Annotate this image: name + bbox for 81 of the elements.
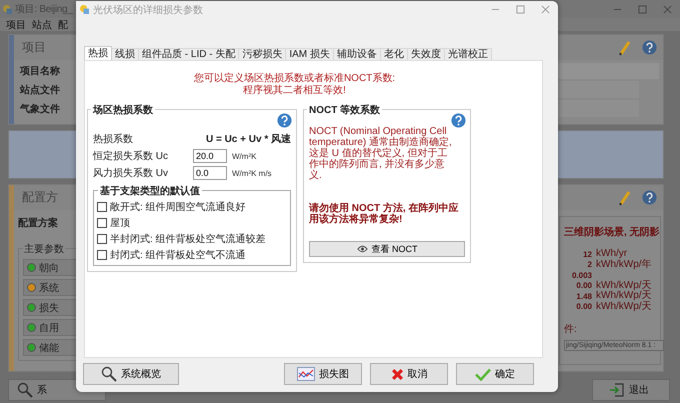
summary-unit: kWh/kWp/天: [596, 280, 653, 291]
summary-unit: kWh/kWp/天: [596, 291, 653, 302]
unit-label: W/m²K m/s: [232, 168, 272, 178]
tab[interactable]: IAM 损失: [285, 48, 334, 60]
formula-label: 热损系数: [93, 132, 133, 146]
maximize-icon[interactable]: [638, 4, 647, 14]
tab[interactable]: 失效度: [406, 48, 445, 60]
input-field[interactable]: 0.0: [193, 166, 227, 180]
summary-unit: kWh/kWp/天: [596, 302, 653, 312]
group-title: 场区热损系数: [91, 103, 155, 117]
field-label: 恒定损失系数 Uc: [93, 150, 169, 163]
panel-title: 配置方: [22, 189, 58, 206]
pencil-icon[interactable]: [618, 190, 632, 206]
tab[interactable]: 光谱校正: [444, 48, 492, 60]
field-label: 气象文件: [20, 102, 60, 116]
tab[interactable]: 组件品质 - LID - 失配: [138, 48, 240, 60]
panel-title: 项目: [22, 39, 46, 56]
menu-item[interactable]: 项目: [6, 18, 26, 32]
checkbox[interactable]: [97, 218, 107, 228]
field-label: 项目名称: [20, 64, 60, 78]
dialog-button[interactable]: 系统概览: [83, 363, 179, 385]
group-title: 主要参数: [23, 242, 65, 256]
help-icon[interactable]: [451, 113, 466, 128]
noct-description: NOCT (Nominal Operating Cell temperature) 通常由制造商确定, 这是 U 值的替代定义, 但对于工作中的阵列而言, 并没有多少意义.: [309, 126, 453, 181]
checkbox[interactable]: [97, 250, 107, 260]
search-icon: [17, 382, 33, 398]
search-icon: [101, 366, 117, 382]
summary-value: 0.00: [575, 281, 592, 290]
help-icon[interactable]: [277, 113, 292, 128]
checkmark-icon: [475, 368, 491, 380]
summary-value: 2: [586, 260, 592, 270]
option-label: 屋顶: [110, 217, 130, 230]
summary-value: 12: [582, 250, 592, 259]
summary-value: 1.48: [575, 292, 592, 301]
menu-item[interactable]: 站点: [32, 18, 52, 32]
option-label: 敞开式: 组件周围空气流通良好: [110, 200, 246, 214]
input-field[interactable]: 20.0: [193, 149, 227, 163]
field-label: 风力损失系数 Uv: [93, 166, 169, 180]
noct-warning: 请勿使用 NOCT 方法, 在阵列中应用该方法将异常复杂!: [309, 203, 460, 225]
dialog-button[interactable]: 损失图: [284, 363, 362, 385]
dialog-button[interactable]: 确定: [456, 363, 534, 385]
tab[interactable]: 线损: [111, 48, 139, 60]
field-label: 站点文件: [20, 84, 60, 96]
pencil-icon[interactable]: [618, 40, 632, 56]
app-logo-icon: [80, 5, 89, 14]
notice-text: 您可以定义场区热损系数或者标准NOCT系数:: [194, 73, 396, 84]
unit-label: W/m²K: [232, 152, 256, 160]
help-icon[interactable]: [642, 40, 657, 55]
cross-icon: [390, 368, 404, 380]
notice-text: 程序视其二者相互等效!: [243, 85, 346, 97]
close-icon[interactable]: [541, 5, 550, 14]
dialog-title: 光伏场区的详细损失参数: [93, 4, 203, 16]
help-icon[interactable]: [642, 190, 657, 205]
file-label: 件:: [564, 323, 578, 336]
tab[interactable]: 热损: [84, 46, 112, 60]
summary-unit: kWh/yr: [596, 249, 628, 260]
summary-value: 0.003: [570, 270, 592, 280]
summary-unit: kWh/kWp/年: [596, 260, 653, 270]
tab[interactable]: 污秽损失: [238, 48, 286, 60]
exit-button[interactable]: 退出: [592, 379, 670, 401]
eye-icon: [356, 245, 368, 253]
exit-icon: [609, 382, 625, 398]
summary-title: 三维阴影场景, 无阴影: [564, 225, 660, 239]
checkbox[interactable]: [97, 234, 107, 244]
close-icon[interactable]: [663, 4, 672, 14]
tab[interactable]: 老化: [380, 48, 408, 60]
maximize-icon[interactable]: [516, 5, 525, 14]
app-logo-icon: [3, 4, 12, 14]
option-label: 封闭式: 组件背板处空气不流通: [110, 248, 246, 262]
summary-value: 0.00: [575, 302, 592, 312]
view-noct-button[interactable]: 查看 NOCT: [309, 241, 465, 257]
checkbox[interactable]: [97, 202, 107, 212]
group-title: 基于支架类型的默认值: [98, 184, 202, 198]
option-label: 半封闭式: 组件背板处空气流通较差: [110, 232, 266, 246]
line-chart-icon: [297, 367, 315, 381]
tab[interactable]: 辅助设备: [332, 48, 381, 60]
formula-text: U = Uc + Uv * 风速: [206, 132, 291, 146]
menu-item[interactable]: 配: [58, 18, 68, 32]
config-label: 配置方案: [18, 216, 59, 230]
dialog-button[interactable]: 取消: [370, 363, 448, 385]
group-title: NOCT 等效系数: [307, 103, 382, 117]
